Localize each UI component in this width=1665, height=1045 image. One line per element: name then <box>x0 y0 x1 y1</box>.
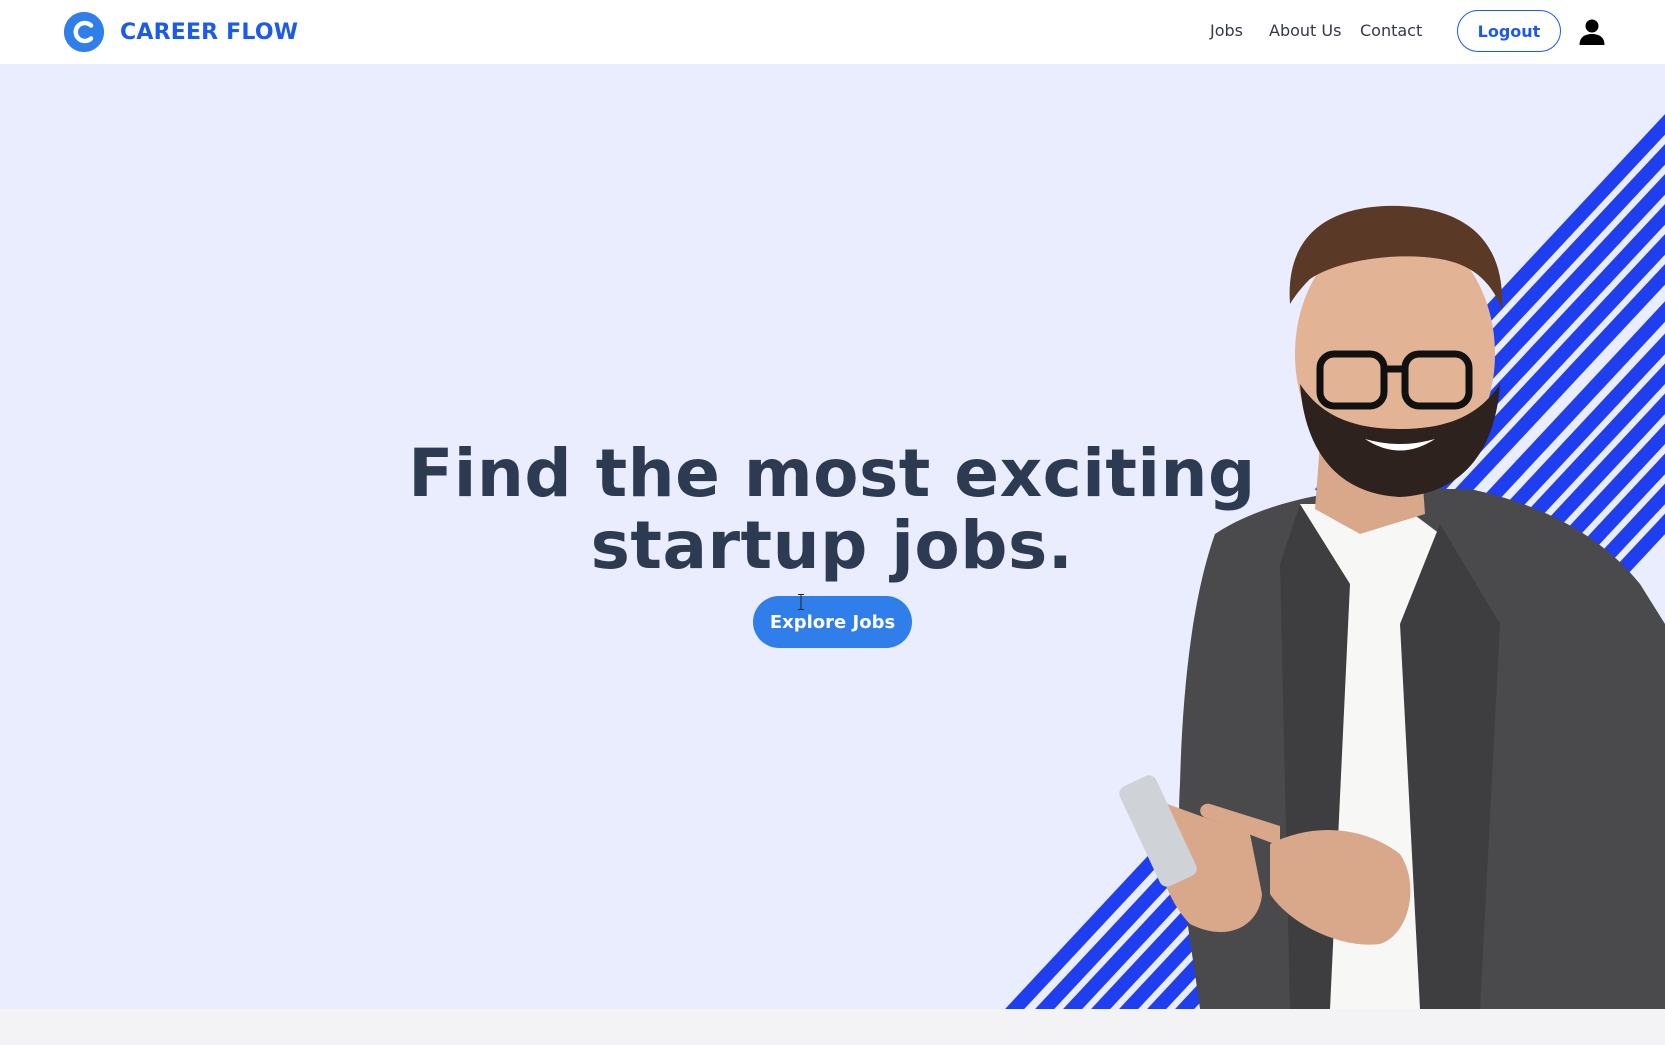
brand-home-link[interactable]: CAREER FLOW <box>64 12 298 52</box>
user-icon[interactable] <box>1577 17 1607 47</box>
nav-link-about-us[interactable]: About Us <box>1269 21 1341 40</box>
brand-name: CAREER FLOW <box>120 19 299 45</box>
nav-link-contact[interactable]: Contact <box>1360 21 1422 40</box>
logout-button[interactable]: Logout <box>1457 10 1561 52</box>
nav-link-jobs[interactable]: Jobs <box>1210 21 1243 40</box>
hero-title-line-2: startup jobs. <box>590 507 1074 584</box>
hero-section: Find the most exciting startup jobs. Exp… <box>0 64 1665 1009</box>
hero-heading: Find the most exciting startup jobs. <box>382 438 1282 582</box>
top-navbar: CAREER FLOW Jobs About Us Contact Logout <box>0 0 1665 64</box>
explore-jobs-button[interactable]: Explore Jobs <box>753 596 912 648</box>
career-flow-logo-icon <box>64 12 104 52</box>
text-cursor-icon <box>798 594 804 610</box>
hero-title: Find the most exciting startup jobs. <box>382 438 1282 582</box>
hero-title-line-1: Find the most exciting <box>408 435 1256 512</box>
page-bottom-strip <box>0 1009 1665 1045</box>
